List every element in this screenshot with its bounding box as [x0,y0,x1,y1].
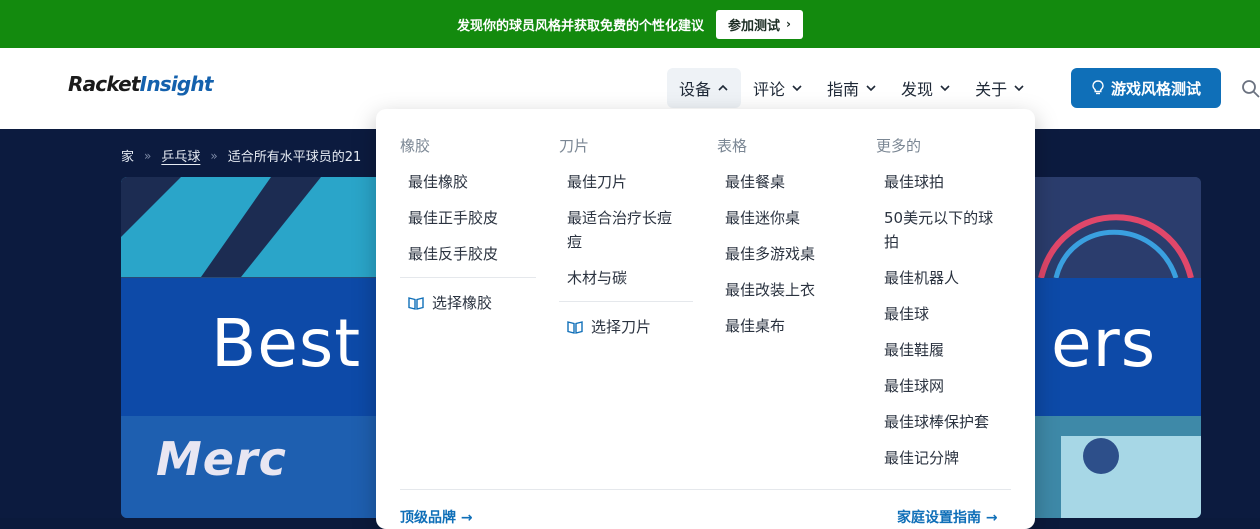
menu-link[interactable]: 最佳反手胶皮 [400,242,536,266]
menu-link[interactable]: 最佳球网 [876,374,1016,398]
playstyle-quiz-label: 游戏风格测试 [1110,79,1201,98]
nav-item-guides[interactable]: 指南 [815,68,889,108]
menu-link[interactable]: 最佳橡胶 [400,170,536,194]
promo-text: 发现你的球员风格并获取免费的个性化建议 [457,18,705,34]
menu-divider [400,277,536,278]
main-nav: 设备 评论 指南 发现 关于 [667,68,1037,108]
menu-guide-link[interactable]: 选择橡胶 [400,292,536,313]
hero-image-graphic [1061,436,1201,518]
nav-item-reviews[interactable]: 评论 [741,68,815,108]
take-quiz-button[interactable]: 参加测试 › [716,9,803,39]
book-icon [567,320,583,334]
chevron-down-icon [940,85,950,92]
breadcrumb-home[interactable]: 家 [121,146,134,165]
menu-link[interactable]: 最适合治疗长痘痘 [559,206,685,254]
menu-divider [400,489,1011,490]
search-icon[interactable] [1241,79,1260,98]
menu-column-tables: 表格 最佳餐桌 最佳迷你桌 最佳多游戏桌 最佳改装上衣 最佳桌布 [717,135,857,350]
site-logo[interactable]: Racket Insight [68,72,213,96]
hero-image-panel [1031,416,1201,518]
nav-item-equipment[interactable]: 设备 [667,68,742,108]
breadcrumb-separator: » [144,148,152,163]
hero-image-graphic [121,177,321,277]
promo-bar: 发现你的球员风格并获取免费的个性化建议 参加测试 › [0,0,1260,48]
take-quiz-label: 参加测试 [728,18,781,34]
menu-column-heading: 刀片 [559,137,590,155]
top-brands-link[interactable]: 顶级品牌 → [400,507,473,527]
chevron-down-icon [866,85,876,92]
chevron-right-icon: › [786,17,791,31]
menu-column-heading: 橡胶 [400,137,431,155]
hero-image-text: Merc [156,432,287,486]
chevron-up-icon [718,84,728,91]
menu-link[interactable]: 最佳正手胶皮 [400,206,536,230]
hero-image-graphic [1038,214,1194,279]
menu-link[interactable]: 最佳球拍 [876,170,1016,194]
menu-link[interactable]: 最佳刀片 [559,170,693,194]
menu-column-blades: 刀片 最佳刀片 最适合治疗长痘痘 木材与碳 选择刀片 [559,135,693,337]
hero-image-panel [121,177,381,277]
menu-column-rubbers: 橡胶 最佳橡胶 最佳正手胶皮 最佳反手胶皮 选择橡胶 [400,135,536,313]
menu-link[interactable]: 最佳机器人 [876,266,1016,290]
menu-link[interactable]: 最佳记分牌 [876,446,1016,470]
menu-link[interactable]: 最佳桌布 [717,314,857,338]
menu-column-heading: 表格 [717,137,748,155]
menu-guide-label: 选择刀片 [591,318,652,336]
menu-link[interactable]: 最佳球 [876,302,1016,326]
menu-link[interactable]: 最佳球棒保护套 [876,410,1016,434]
hero-title-left: Best [211,305,362,382]
menu-link[interactable]: 最佳鞋履 [876,338,1016,362]
nav-item-label: 指南 [827,80,860,99]
breadcrumb: 家 » 乒乓球 » 适合所有水平球员的21 [121,146,362,166]
menu-guide-link[interactable]: 选择刀片 [559,316,693,337]
nav-item-label: 设备 [679,80,712,99]
logo-text-racket: Racket [68,72,140,96]
nav-item-label: 关于 [975,80,1008,99]
menu-divider [559,301,693,302]
hero-title-right: ers [1051,305,1157,382]
menu-column-more: 更多的 最佳球拍 50美元以下的球拍 最佳机器人 最佳球 最佳鞋履 最佳球网 最… [876,135,1016,482]
hero-image-panel [1031,177,1201,279]
menu-link[interactable]: 最佳多游戏桌 [717,242,857,266]
logo-text-insight: Insight [139,72,214,96]
nav-item-label: 发现 [901,80,934,99]
menu-link[interactable]: 最佳改装上衣 [717,278,857,302]
menu-guide-label: 选择橡胶 [432,294,493,312]
playstyle-quiz-button[interactable]: 游戏风格测试 [1071,68,1221,108]
menu-link[interactable]: 最佳迷你桌 [717,206,857,230]
equipment-dropdown-menu: 橡胶 最佳橡胶 最佳正手胶皮 最佳反手胶皮 选择橡胶 刀片 最佳刀片 最适合治疗… [376,109,1035,529]
menu-link[interactable]: 木材与碳 [559,266,693,290]
nav-item-label: 评论 [753,80,786,99]
menu-link[interactable]: 50美元以下的球拍 [876,206,1006,254]
nav-item-discover[interactable]: 发现 [889,68,963,108]
chevron-down-icon [792,85,802,92]
chevron-down-icon [1014,85,1024,92]
breadcrumb-category[interactable]: 乒乓球 [161,146,200,165]
menu-column-heading: 更多的 [876,137,922,155]
home-setup-guide-link[interactable]: 家庭设置指南 → [897,507,998,527]
lightbulb-icon [1092,80,1104,95]
breadcrumb-separator: » [210,148,218,163]
nav-item-about[interactable]: 关于 [963,68,1037,108]
breadcrumb-current: 适合所有水平球员的21 [227,150,362,165]
book-icon [408,296,424,310]
menu-link[interactable]: 最佳餐桌 [717,170,857,194]
